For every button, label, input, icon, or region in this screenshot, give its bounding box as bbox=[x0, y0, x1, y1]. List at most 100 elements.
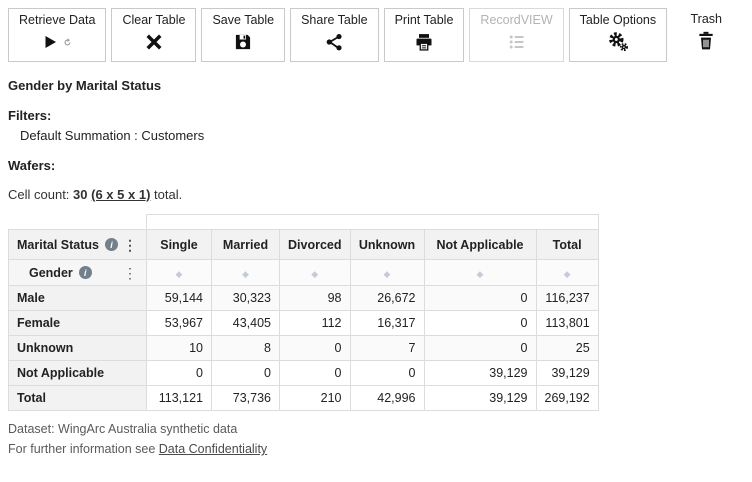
column-header-single[interactable]: Single bbox=[146, 229, 212, 260]
data-cell: 0 bbox=[423, 335, 537, 361]
info-icon[interactable]: i bbox=[104, 238, 118, 251]
info-note-text: For further information see bbox=[8, 442, 156, 456]
data-cell: 210 bbox=[279, 385, 351, 411]
column-header-divorced[interactable]: Divorced bbox=[279, 229, 351, 260]
recordview-label: RecordVIEW bbox=[480, 13, 553, 27]
sort-icon[interactable]: ◆ bbox=[311, 269, 318, 279]
print-table-button[interactable]: Print Table bbox=[383, 8, 465, 62]
data-cell: 0 bbox=[279, 335, 351, 361]
data-cell: 98 bbox=[279, 285, 351, 311]
data-confidentiality-link[interactable]: Data Confidentiality bbox=[159, 442, 267, 456]
col-dimension-header[interactable]: Gender i ⋮ bbox=[8, 259, 147, 286]
row-label[interactable]: Not Applicable bbox=[8, 360, 147, 386]
data-cell: 0 bbox=[211, 360, 280, 386]
column-spanner-row bbox=[8, 214, 599, 230]
data-cell: 39,129 bbox=[423, 360, 537, 386]
data-cell: 8 bbox=[211, 335, 280, 361]
data-table: Marital Status i ⋮ Single Married Divorc… bbox=[8, 214, 599, 411]
data-cell: 0 bbox=[423, 310, 537, 336]
kebab-menu-icon[interactable]: ⋮ bbox=[122, 238, 138, 252]
toolbar: Retrieve Data Clear Table Save Table Sha… bbox=[0, 0, 752, 62]
clear-table-button[interactable]: Clear Table bbox=[111, 8, 197, 62]
trash-button[interactable]: Trash bbox=[684, 8, 728, 55]
printer-icon bbox=[414, 30, 434, 54]
data-cell: 112 bbox=[279, 310, 351, 336]
row-dimension-header[interactable]: Marital Status i ⋮ bbox=[8, 229, 147, 260]
wafers-heading: Wafers: bbox=[8, 158, 56, 173]
table-row: Not Applicable 0 0 0 0 39,129 39,129 bbox=[8, 360, 599, 386]
sort-icon[interactable]: ◆ bbox=[242, 269, 249, 279]
cell-count-label: Cell count: bbox=[8, 187, 70, 202]
cell-count-line: Cell count: 30 (6 x 5 x 1) total. bbox=[8, 187, 744, 202]
save-table-button[interactable]: Save Table bbox=[201, 8, 286, 62]
cell-count-link[interactable]: (6 x 5 x 1) bbox=[91, 187, 150, 202]
table-options-label: Table Options bbox=[579, 13, 657, 27]
data-cell: 16,317 bbox=[349, 310, 425, 336]
play-refresh-icon bbox=[41, 30, 74, 54]
sort-cell: ◆ bbox=[423, 259, 537, 286]
data-cell: 113,801 bbox=[535, 310, 599, 336]
data-cell: 0 bbox=[146, 360, 212, 386]
data-cell: 0 bbox=[279, 360, 351, 386]
trash-icon bbox=[696, 30, 716, 55]
filters-value: Default Summation : Customers bbox=[20, 128, 205, 143]
retrieve-data-label: Retrieve Data bbox=[19, 13, 96, 27]
sort-cell: ◆ bbox=[211, 259, 280, 286]
save-icon bbox=[233, 30, 253, 54]
list-icon bbox=[507, 30, 527, 54]
save-table-label: Save Table bbox=[212, 13, 275, 27]
sort-cell: ◆ bbox=[279, 259, 351, 286]
trash-label: Trash bbox=[690, 12, 723, 26]
column-header-row: Marital Status i ⋮ Single Married Divorc… bbox=[8, 229, 599, 260]
filters-heading: Filters: bbox=[8, 108, 52, 123]
sort-cell: ◆ bbox=[146, 259, 212, 286]
data-cell: 73,736 bbox=[211, 385, 280, 411]
data-cell: 59,144 bbox=[146, 285, 212, 311]
data-cell: 269,192 bbox=[535, 385, 599, 411]
data-cell: 10 bbox=[146, 335, 212, 361]
table-row: Female 53,967 43,405 112 16,317 0 113,80… bbox=[8, 310, 599, 336]
table-row: Male 59,144 30,323 98 26,672 0 116,237 bbox=[8, 285, 599, 311]
spanner-spacer bbox=[8, 214, 147, 230]
row-label[interactable]: Male bbox=[8, 285, 147, 311]
data-cell: 39,129 bbox=[535, 360, 599, 386]
share-table-button[interactable]: Share Table bbox=[290, 8, 379, 62]
kebab-menu-icon[interactable]: ⋮ bbox=[122, 266, 138, 280]
data-cell: 116,237 bbox=[535, 285, 599, 311]
sort-cell: ◆ bbox=[349, 259, 425, 286]
info-note: For further information see Data Confide… bbox=[8, 442, 744, 456]
row-label[interactable]: Total bbox=[8, 385, 147, 411]
data-cell: 30,323 bbox=[211, 285, 280, 311]
share-table-label: Share Table bbox=[301, 13, 368, 27]
retrieve-data-button[interactable]: Retrieve Data bbox=[8, 8, 107, 62]
row-dimension-label: Marital Status bbox=[17, 237, 99, 252]
column-header-not-applicable[interactable]: Not Applicable bbox=[423, 229, 537, 260]
data-cell: 53,967 bbox=[146, 310, 212, 336]
data-cell: 113,121 bbox=[146, 385, 212, 411]
sort-icon[interactable]: ◆ bbox=[176, 269, 183, 279]
data-cell: 43,405 bbox=[211, 310, 280, 336]
sort-icon[interactable]: ◆ bbox=[384, 269, 391, 279]
info-icon[interactable]: i bbox=[78, 266, 92, 279]
row-label[interactable]: Female bbox=[8, 310, 147, 336]
data-cell: 7 bbox=[349, 335, 425, 361]
row-label[interactable]: Unknown bbox=[8, 335, 147, 361]
column-header-total[interactable]: Total bbox=[535, 229, 599, 260]
data-cell: 42,996 bbox=[349, 385, 425, 411]
sort-icon[interactable]: ◆ bbox=[564, 269, 571, 279]
col-dimension-label: Gender bbox=[29, 265, 73, 280]
column-header-married[interactable]: Married bbox=[211, 229, 280, 260]
cell-count-suffix: total. bbox=[154, 187, 183, 202]
column-header-unknown[interactable]: Unknown bbox=[349, 229, 425, 260]
table-row: Unknown 10 8 0 7 0 25 bbox=[8, 335, 599, 361]
page-title: Gender by Marital Status bbox=[8, 78, 162, 93]
print-table-label: Print Table bbox=[394, 13, 454, 27]
table-row-total: Total 113,121 73,736 210 42,996 39,129 2… bbox=[8, 385, 599, 411]
data-cell: 39,129 bbox=[423, 385, 537, 411]
data-cell: 25 bbox=[535, 335, 599, 361]
table-options-button[interactable]: Table Options bbox=[568, 8, 668, 62]
gender-dimension-row: Gender i ⋮ ◆ ◆ ◆ ◆ ◆ ◆ bbox=[8, 259, 599, 286]
sort-icon[interactable]: ◆ bbox=[477, 269, 484, 279]
x-icon bbox=[144, 30, 164, 54]
data-cell: 0 bbox=[423, 285, 537, 311]
